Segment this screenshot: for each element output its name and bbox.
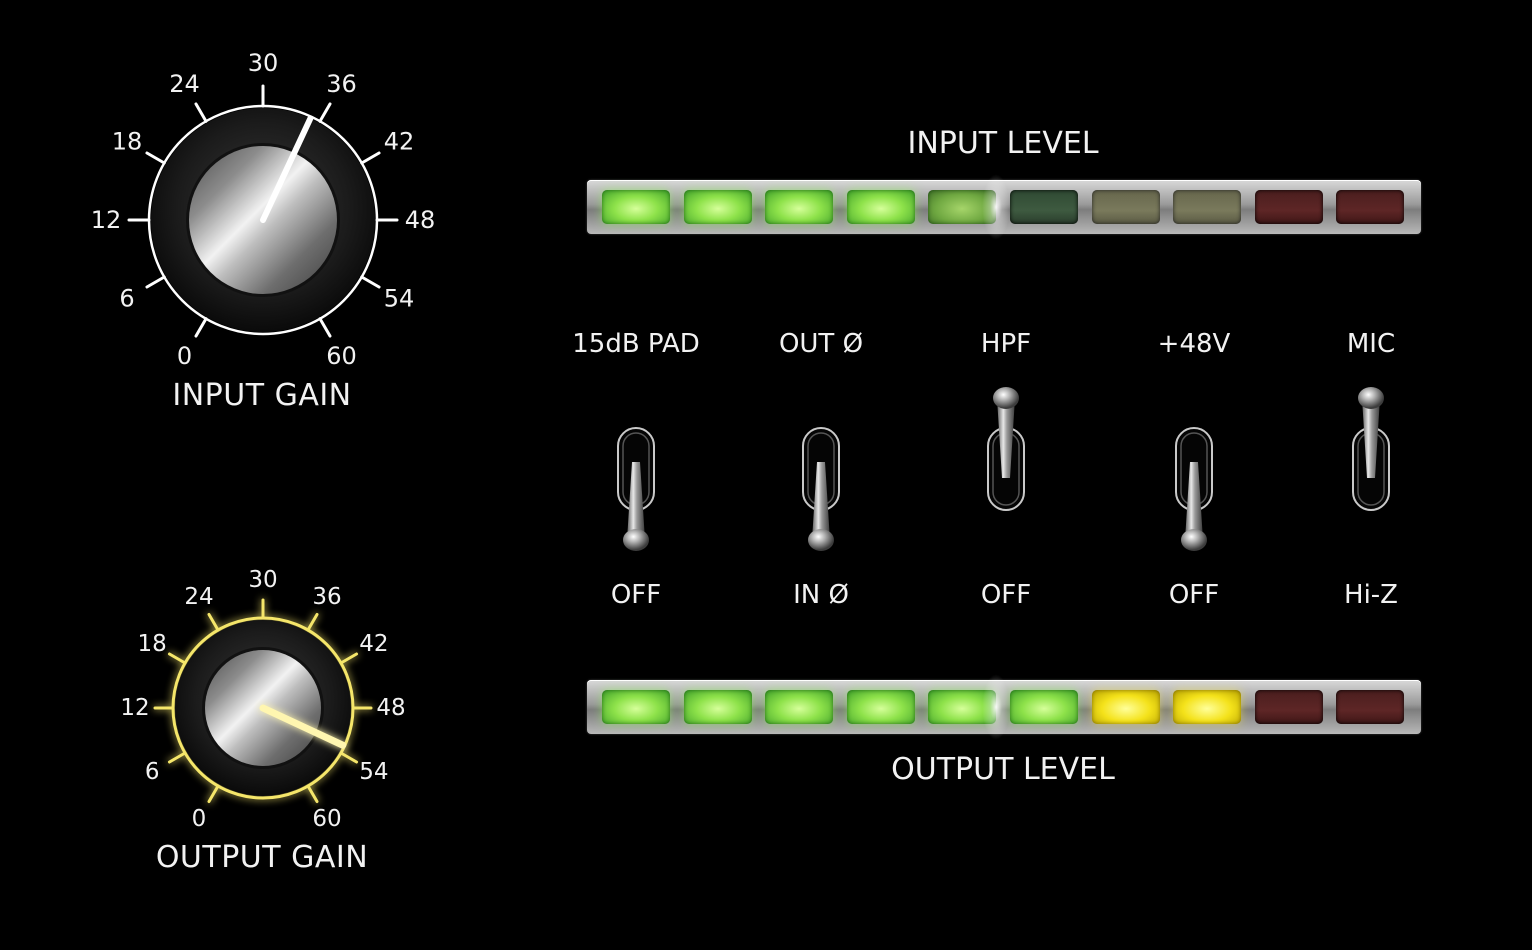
- switch-bottom-label: OFF: [610, 580, 662, 610]
- scale-tick: [167, 751, 187, 764]
- meter-segment: [1336, 690, 1405, 724]
- meter-segment: [765, 190, 834, 224]
- scale-label: 0: [192, 806, 207, 832]
- switch-bottom-label: OFF: [980, 580, 1032, 610]
- output-gain-knob[interactable]: 0 6 12 18 24 30 36 42 48 54 60: [64, 556, 464, 846]
- toggle-switch[interactable]: [1164, 380, 1224, 560]
- scale-tick: [145, 151, 166, 165]
- meter-segment: [1010, 690, 1078, 724]
- output-gain-label: OUTPUT GAIN: [155, 840, 369, 875]
- meter-segment: [1254, 190, 1323, 224]
- scale-label: 12: [120, 695, 149, 721]
- scale-tick: [306, 612, 319, 632]
- scale-label: 54: [384, 285, 415, 313]
- scale-label: 60: [312, 806, 341, 832]
- scale-tick: [360, 151, 381, 165]
- scale-label: 24: [169, 70, 200, 98]
- switch-group: OUT Ø IN Ø: [741, 325, 901, 615]
- scale-tick: [318, 102, 332, 123]
- meter-segment: [928, 690, 997, 724]
- scale-tick: [360, 275, 381, 289]
- scale-label: 6: [145, 759, 160, 785]
- meter-segment: [1173, 690, 1242, 724]
- scale-label: 6: [119, 285, 134, 313]
- switch-top-label: HPF: [980, 329, 1032, 359]
- switch-bottom-label: IN Ø: [793, 580, 849, 610]
- meter-segment: [846, 690, 915, 724]
- switch-bottom-label: Hi-Z: [1344, 580, 1398, 610]
- scale-label: 36: [312, 584, 341, 610]
- scale-label: 54: [359, 759, 388, 785]
- meter-segment: [683, 190, 752, 224]
- scale-label: 48: [376, 695, 405, 721]
- scale-tick: [339, 652, 359, 665]
- scale-label: 30: [248, 49, 279, 77]
- scale-label: 18: [138, 631, 167, 657]
- input-level-meter: [587, 174, 1421, 240]
- meter-segment: [602, 690, 670, 724]
- meter-segment: [1254, 690, 1323, 724]
- output-level-title: OUTPUT LEVEL: [891, 752, 1115, 787]
- switch-bottom-label: OFF: [1168, 580, 1220, 610]
- scale-label: 30: [248, 567, 277, 593]
- scale-label: 12: [91, 206, 122, 234]
- toggle-switch[interactable]: [791, 380, 851, 560]
- scale-label: 42: [384, 128, 415, 156]
- switch-group: HPF OFF: [926, 325, 1086, 615]
- meter-segment: [928, 190, 997, 224]
- meter-segment: [765, 690, 834, 724]
- scale-tick: [306, 784, 319, 804]
- scale-tick: [339, 751, 359, 764]
- scale-tick: [318, 317, 332, 338]
- switch-top-label: MIC: [1346, 329, 1396, 359]
- scale-label: 60: [326, 342, 357, 370]
- input-gain-knob[interactable]: 0 6 12 18 24 30 36 42 48 54 60: [64, 44, 464, 384]
- scale-tick: [167, 652, 187, 665]
- switch-group: +48V OFF: [1114, 325, 1274, 615]
- meter-segment: [1010, 190, 1078, 224]
- scale-label: 42: [359, 631, 388, 657]
- toggle-switch[interactable]: [976, 380, 1036, 560]
- meter-segment: [683, 690, 752, 724]
- scale-tick: [145, 275, 166, 289]
- scale-label: 48: [405, 206, 436, 234]
- switch-top-label: 15dB PAD: [572, 329, 700, 359]
- meter-segment: [1173, 190, 1242, 224]
- scale-tick: [207, 784, 220, 804]
- scale-tick: [207, 612, 220, 632]
- input-gain-label: INPUT GAIN: [172, 378, 352, 413]
- scale-label: 0: [177, 342, 192, 370]
- input-level-title: INPUT LEVEL: [907, 126, 1099, 161]
- toggle-switch[interactable]: [606, 380, 666, 560]
- scale-tick: [194, 102, 208, 123]
- switch-top-label: +48V: [1157, 329, 1231, 359]
- scale-label: 24: [184, 584, 213, 610]
- toggle-switch[interactable]: [1341, 380, 1401, 560]
- meter-segment: [602, 190, 670, 224]
- switch-group: MIC Hi-Z: [1291, 325, 1451, 615]
- scale-label: 18: [112, 128, 143, 156]
- switch-top-label: OUT Ø: [778, 329, 864, 359]
- meter-segment: [846, 190, 915, 224]
- switch-group: 15dB PAD OFF: [556, 325, 716, 615]
- scale-label: 36: [326, 70, 357, 98]
- scale-tick: [194, 317, 208, 338]
- meter-segment: [1336, 190, 1405, 224]
- output-level-meter: [587, 674, 1421, 740]
- meter-segment: [1091, 690, 1160, 724]
- meter-segment: [1091, 190, 1160, 224]
